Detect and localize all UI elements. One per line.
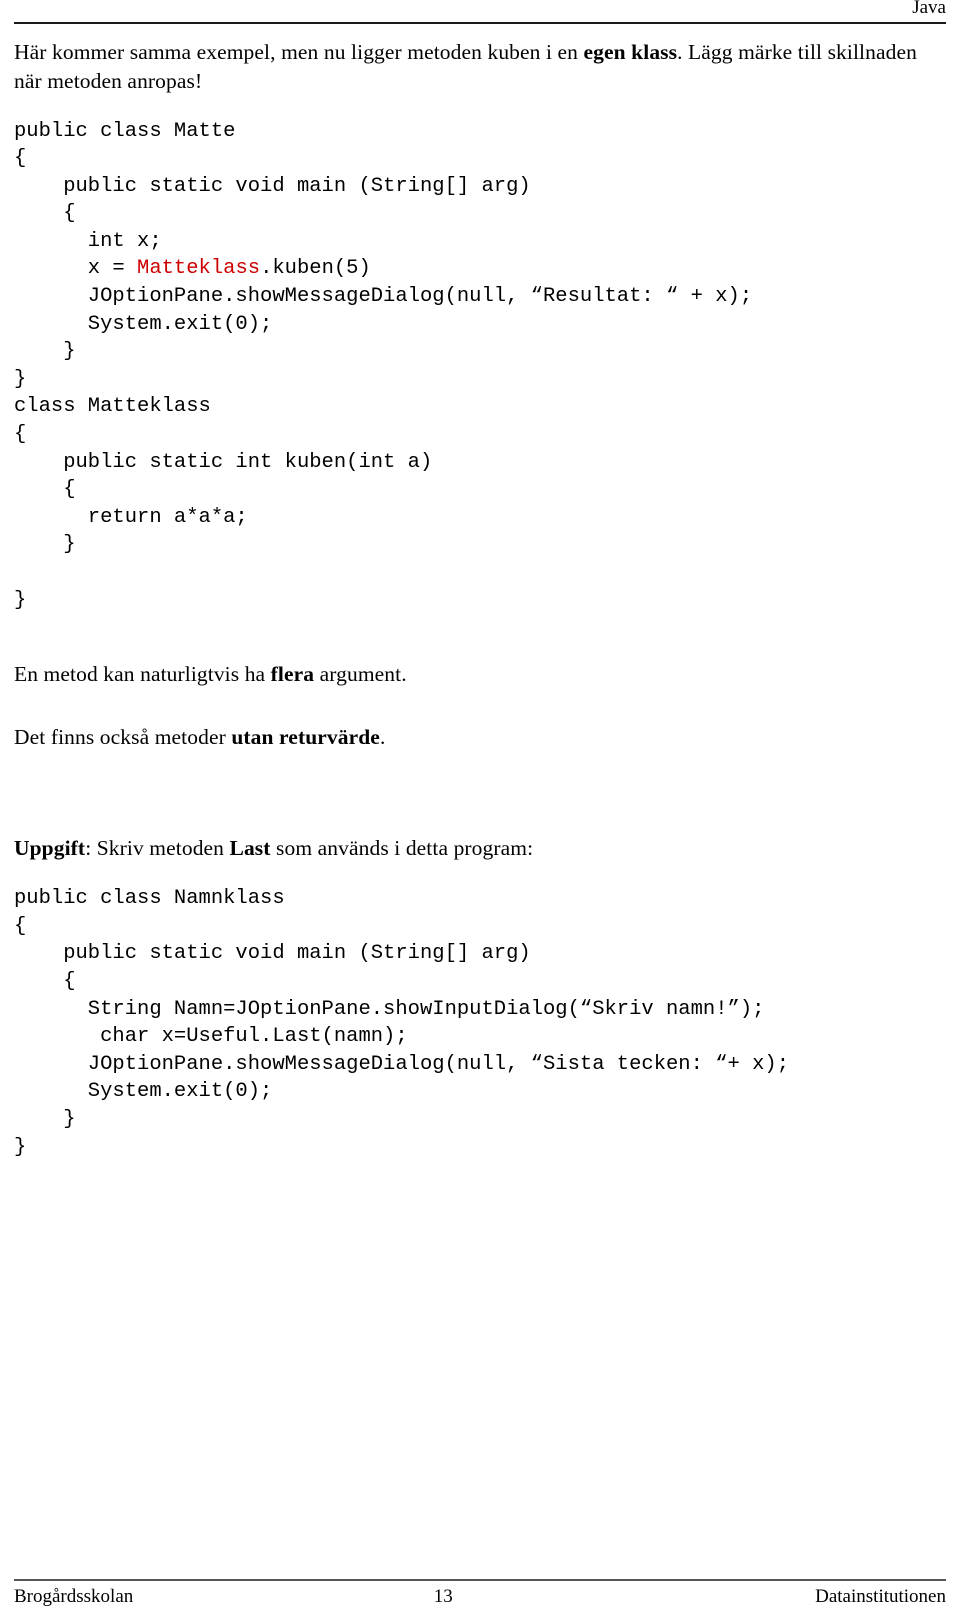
- code-line-method-call: x = Matteklass.kuben(5): [14, 255, 946, 283]
- flera-bold: flera: [270, 662, 315, 687]
- code-line: }: [14, 588, 27, 612]
- code-line: JOptionPane.showMessageDialog(null, “Sis…: [14, 1052, 790, 1076]
- code-call-prefix: x =: [14, 257, 138, 281]
- code-line: {: [14, 202, 76, 226]
- code-line: System.exit(0);: [14, 1080, 273, 1104]
- paragraph-utan-returvarde: Det finns också metoder utan returvärde.: [14, 723, 946, 752]
- footer-school-name: Brogårdsskolan: [14, 1586, 134, 1607]
- page-footer: Brogårdsskolan 13 Datainstitutionen: [14, 1579, 946, 1609]
- code-line: char x=Useful.Last(namn);: [14, 1025, 408, 1049]
- code-line: }: [14, 533, 76, 557]
- flera-text-part1: En metod kan naturligtvis ha: [14, 662, 271, 687]
- footer-row: Brogårdsskolan 13 Datainstitutionen: [14, 1585, 946, 1609]
- code-line: {: [14, 423, 27, 447]
- uppgift-text-part1: : Skriv metoden: [85, 836, 230, 861]
- code-line: System.exit(0);: [14, 312, 273, 336]
- code-line: String Namn=JOptionPane.showInputDialog(…: [14, 997, 765, 1021]
- intro-text-part1: Här kommer samma exempel, men nu ligger …: [14, 40, 584, 64]
- code-line: {: [14, 914, 27, 938]
- code-line: public static void main (String[] arg): [14, 942, 531, 966]
- code-block-matteklass: class Matteklass { public static int kube…: [14, 393, 946, 614]
- code-block-namnklass: public class Namnklass { public static vo…: [14, 885, 946, 1161]
- intro-paragraph: Här kommer samma exempel, men nu ligger …: [14, 38, 919, 96]
- code-block-matte: public class Matte { public static void m…: [14, 118, 946, 394]
- code-line: return a*a*a;: [14, 505, 248, 529]
- code-line: public static void main (String[] arg): [14, 174, 531, 198]
- uppgift-bold-last: Last: [229, 836, 271, 861]
- paragraph-flera-argument: En metod kan naturligtvis ha flera argum…: [14, 660, 946, 689]
- code-line: {: [14, 969, 76, 993]
- footer-divider: [14, 1579, 946, 1581]
- intro-bold-egen-klass: egen klass: [583, 40, 678, 64]
- code-class-reference-matteklass: Matteklass: [137, 257, 261, 281]
- page-header: Java: [14, 0, 946, 24]
- code-call-suffix: .kuben(5): [260, 257, 371, 281]
- flera-text-part2: argument.: [314, 662, 407, 687]
- code-line: }: [14, 1135, 27, 1159]
- utan-text-part1: Det finns också metoder: [14, 725, 232, 750]
- code-line: }: [14, 340, 76, 364]
- code-line: class Matteklass: [14, 395, 211, 419]
- utan-bold: utan returvärde: [231, 725, 380, 750]
- header-divider: [14, 22, 946, 24]
- uppgift-label: Uppgift: [14, 836, 86, 861]
- code-line: public class Matte: [14, 119, 236, 143]
- code-line: }: [14, 1107, 76, 1131]
- code-line: JOptionPane.showMessageDialog(null, “Res…: [14, 285, 753, 309]
- footer-department-name: Datainstitutionen: [815, 1586, 946, 1607]
- footer-page-number: 13: [433, 1586, 453, 1607]
- utan-text-part2: .: [379, 725, 386, 750]
- code-line: public class Namnklass: [14, 887, 285, 911]
- code-line: int x;: [14, 229, 162, 253]
- code-line: {: [14, 147, 27, 171]
- header-subject-label: Java: [912, 0, 946, 18]
- code-line: {: [14, 478, 76, 502]
- paragraph-uppgift: Uppgift: Skriv metoden Last som används …: [14, 834, 946, 863]
- code-line: public static int kuben(int a): [14, 450, 433, 474]
- uppgift-text-part2: som används i detta program:: [270, 836, 534, 861]
- code-line: }: [14, 367, 27, 391]
- document-page: Java Här kommer samma exempel, men nu li…: [0, 0, 960, 1617]
